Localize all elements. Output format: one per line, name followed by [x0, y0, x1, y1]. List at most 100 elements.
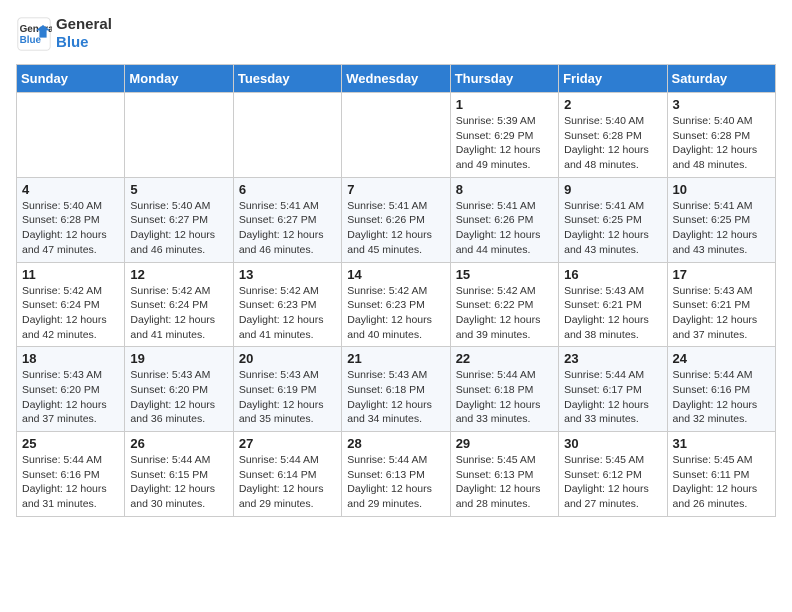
calendar-cell: 21Sunrise: 5:43 AM Sunset: 6:18 PM Dayli…	[342, 347, 450, 432]
day-info: Sunrise: 5:44 AM Sunset: 6:13 PM Dayligh…	[347, 453, 444, 512]
calendar-cell: 31Sunrise: 5:45 AM Sunset: 6:11 PM Dayli…	[667, 432, 775, 517]
day-number: 17	[673, 267, 770, 282]
day-number: 19	[130, 351, 227, 366]
day-number: 2	[564, 97, 661, 112]
calendar-cell: 19 Sunrise: 5:43 AM Sunset: 6:20 PM Dayli…	[125, 347, 233, 432]
day-info: Sunrise: 5:44 AM Sunset: 6:17 PM Dayligh…	[564, 368, 661, 427]
day-info: Sunrise: 5:43 AM Sunset: 6:20 PM Dayligh…	[22, 368, 119, 427]
day-info: Sunrise: 5:45 AM Sunset: 6:11 PM Dayligh…	[673, 453, 770, 512]
calendar-cell: 7 Sunrise: 5:41 AM Sunset: 6:26 PM Daylig…	[342, 177, 450, 262]
calendar-cell	[17, 93, 125, 178]
calendar-cell: 18 Sunrise: 5:43 AM Sunset: 6:20 PM Dayli…	[17, 347, 125, 432]
day-number: 13	[239, 267, 336, 282]
day-number: 5	[130, 182, 227, 197]
day-number: 1	[456, 97, 553, 112]
day-number: 21	[347, 351, 444, 366]
day-info: Sunrise: 5:39 AM Sunset: 6:29 PM Dayligh…	[456, 114, 553, 173]
day-info: Sunrise: 5:43 AM Sunset: 6:21 PM Dayligh…	[564, 284, 661, 343]
day-number: 28	[347, 436, 444, 451]
logo-icon: General Blue	[16, 16, 52, 52]
day-info: Sunrise: 5:42 AM Sunset: 6:22 PM Dayligh…	[456, 284, 553, 343]
day-number: 30	[564, 436, 661, 451]
calendar-cell: 30 Sunrise: 5:45 AM Sunset: 6:12 PM Dayli…	[559, 432, 667, 517]
calendar-cell: 1 Sunrise: 5:39 AM Sunset: 6:29 PM Daylig…	[450, 93, 558, 178]
calendar: SundayMondayTuesdayWednesdayThursdayFrid…	[16, 64, 776, 517]
weekday-header-monday: Monday	[125, 65, 233, 93]
page-header: General Blue GeneralBlue	[16, 16, 776, 52]
day-number: 20	[239, 351, 336, 366]
day-number: 6	[239, 182, 336, 197]
calendar-cell: 8 Sunrise: 5:41 AM Sunset: 6:26 PM Daylig…	[450, 177, 558, 262]
day-info: Sunrise: 5:44 AM Sunset: 6:14 PM Dayligh…	[239, 453, 336, 512]
day-info: Sunrise: 5:43 AM Sunset: 6:19 PM Dayligh…	[239, 368, 336, 427]
day-number: 25	[22, 436, 119, 451]
day-number: 7	[347, 182, 444, 197]
day-info: Sunrise: 5:44 AM Sunset: 6:16 PM Dayligh…	[22, 453, 119, 512]
day-number: 9	[564, 182, 661, 197]
day-number: 23	[564, 351, 661, 366]
calendar-cell: 24 Sunrise: 5:44 AM Sunset: 6:16 PM Dayli…	[667, 347, 775, 432]
day-info: Sunrise: 5:40 AM Sunset: 6:28 PM Dayligh…	[22, 199, 119, 258]
calendar-cell	[233, 93, 341, 178]
calendar-cell: 29 Sunrise: 5:45 AM Sunset: 6:13 PM Dayli…	[450, 432, 558, 517]
calendar-header: SundayMondayTuesdayWednesdayThursdayFrid…	[17, 65, 776, 93]
calendar-cell: 2Sunrise: 5:40 AM Sunset: 6:28 PM Daylig…	[559, 93, 667, 178]
calendar-cell: 5 Sunrise: 5:40 AM Sunset: 6:27 PM Daylig…	[125, 177, 233, 262]
calendar-cell	[125, 93, 233, 178]
calendar-cell: 28 Sunrise: 5:44 AM Sunset: 6:13 PM Dayli…	[342, 432, 450, 517]
logo: General Blue GeneralBlue	[16, 16, 112, 52]
calendar-cell	[342, 93, 450, 178]
day-number: 22	[456, 351, 553, 366]
day-number: 14	[347, 267, 444, 282]
day-info: Sunrise: 5:42 AM Sunset: 6:24 PM Dayligh…	[130, 284, 227, 343]
calendar-cell: 14 Sunrise: 5:42 AM Sunset: 6:23 PM Dayli…	[342, 262, 450, 347]
calendar-cell: 3Sunrise: 5:40 AM Sunset: 6:28 PM Daylig…	[667, 93, 775, 178]
day-info: Sunrise: 5:44 AM Sunset: 6:16 PM Dayligh…	[673, 368, 770, 427]
day-info: Sunrise: 5:43 AM Sunset: 6:20 PM Dayligh…	[130, 368, 227, 427]
day-number: 16	[564, 267, 661, 282]
day-info: Sunrise: 5:41 AM Sunset: 6:26 PM Dayligh…	[347, 199, 444, 258]
day-number: 4	[22, 182, 119, 197]
day-number: 3	[673, 97, 770, 112]
day-info: Sunrise: 5:40 AM Sunset: 6:27 PM Dayligh…	[130, 199, 227, 258]
day-info: Sunrise: 5:42 AM Sunset: 6:24 PM Dayligh…	[22, 284, 119, 343]
calendar-cell: 10 Sunrise: 5:41 AM Sunset: 6:25 PM Dayli…	[667, 177, 775, 262]
logo-text: GeneralBlue	[56, 16, 112, 52]
calendar-cell: 25 Sunrise: 5:44 AM Sunset: 6:16 PM Dayli…	[17, 432, 125, 517]
weekday-header-thursday: Thursday	[450, 65, 558, 93]
day-number: 11	[22, 267, 119, 282]
day-number: 29	[456, 436, 553, 451]
day-info: Sunrise: 5:41 AM Sunset: 6:25 PM Dayligh…	[564, 199, 661, 258]
calendar-cell: 22 Sunrise: 5:44 AM Sunset: 6:18 PM Dayli…	[450, 347, 558, 432]
calendar-cell: 16 Sunrise: 5:43 AM Sunset: 6:21 PM Dayli…	[559, 262, 667, 347]
day-info: Sunrise: 5:45 AM Sunset: 6:13 PM Dayligh…	[456, 453, 553, 512]
week-row-5: 25 Sunrise: 5:44 AM Sunset: 6:16 PM Dayli…	[17, 432, 776, 517]
day-number: 12	[130, 267, 227, 282]
day-info: Sunrise: 5:42 AM Sunset: 6:23 PM Dayligh…	[347, 284, 444, 343]
calendar-cell: 26Sunrise: 5:44 AM Sunset: 6:15 PM Dayli…	[125, 432, 233, 517]
day-info: Sunrise: 5:45 AM Sunset: 6:12 PM Dayligh…	[564, 453, 661, 512]
calendar-cell: 17 Sunrise: 5:43 AM Sunset: 6:21 PM Dayli…	[667, 262, 775, 347]
day-info: Sunrise: 5:41 AM Sunset: 6:27 PM Dayligh…	[239, 199, 336, 258]
day-info: Sunrise: 5:43 AM Sunset: 6:21 PM Dayligh…	[673, 284, 770, 343]
day-info: Sunrise: 5:44 AM Sunset: 6:18 PM Dayligh…	[456, 368, 553, 427]
weekday-header-saturday: Saturday	[667, 65, 775, 93]
week-row-2: 4 Sunrise: 5:40 AM Sunset: 6:28 PM Daylig…	[17, 177, 776, 262]
weekday-header-friday: Friday	[559, 65, 667, 93]
day-info: Sunrise: 5:42 AM Sunset: 6:23 PM Dayligh…	[239, 284, 336, 343]
day-number: 8	[456, 182, 553, 197]
calendar-cell: 6 Sunrise: 5:41 AM Sunset: 6:27 PM Daylig…	[233, 177, 341, 262]
day-number: 18	[22, 351, 119, 366]
weekday-header-tuesday: Tuesday	[233, 65, 341, 93]
calendar-cell: 20 Sunrise: 5:43 AM Sunset: 6:19 PM Dayli…	[233, 347, 341, 432]
weekday-header-wednesday: Wednesday	[342, 65, 450, 93]
calendar-cell: 27 Sunrise: 5:44 AM Sunset: 6:14 PM Dayli…	[233, 432, 341, 517]
day-number: 10	[673, 182, 770, 197]
calendar-cell: 15 Sunrise: 5:42 AM Sunset: 6:22 PM Dayli…	[450, 262, 558, 347]
day-number: 24	[673, 351, 770, 366]
calendar-cell: 12 Sunrise: 5:42 AM Sunset: 6:24 PM Dayli…	[125, 262, 233, 347]
day-info: Sunrise: 5:41 AM Sunset: 6:26 PM Dayligh…	[456, 199, 553, 258]
day-number: 15	[456, 267, 553, 282]
day-number: 27	[239, 436, 336, 451]
day-info: Sunrise: 5:41 AM Sunset: 6:25 PM Dayligh…	[673, 199, 770, 258]
